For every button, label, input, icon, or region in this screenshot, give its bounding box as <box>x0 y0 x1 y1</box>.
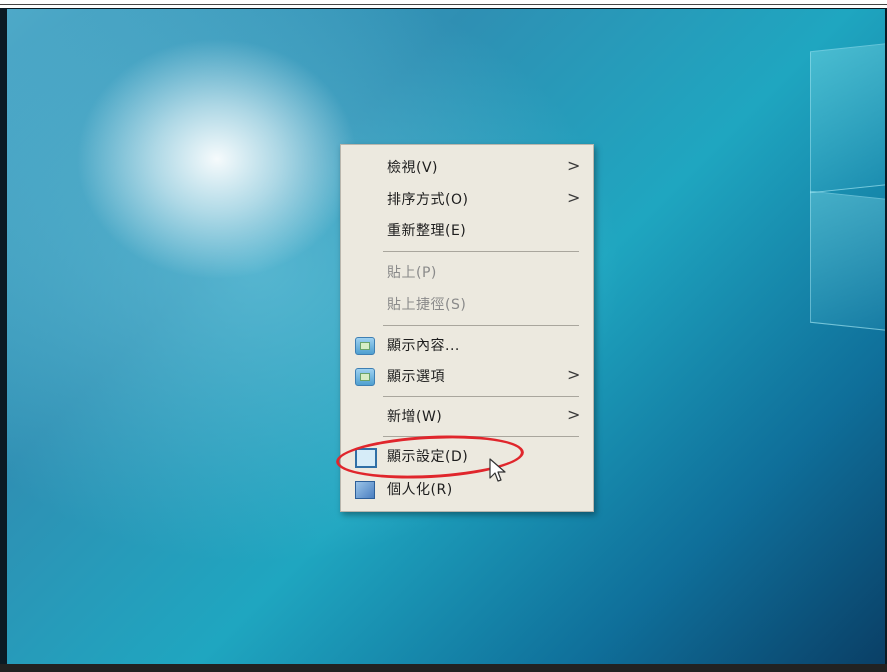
submenu-arrow-icon: > <box>567 156 581 175</box>
menu-item-refresh[interactable]: 重新整理(E) <box>341 216 593 244</box>
menu-item-new-label: 新增(W) <box>387 409 443 425</box>
menu-item-sort-by-label: 排序方式(O) <box>387 192 469 208</box>
menu-item-paste-label: 貼上(P) <box>387 265 437 281</box>
menu-item-display-options-label: 顯示選項 <box>387 369 445 385</box>
menu-separator <box>383 325 579 326</box>
menu-item-sort-by[interactable]: 排序方式(O) > <box>341 185 593 213</box>
windows-logo-pane-bottom <box>810 190 885 332</box>
menu-item-display-properties[interactable]: 顯示內容... <box>341 331 593 359</box>
personalize-icon <box>355 481 375 499</box>
menu-item-new[interactable]: 新增(W) > <box>341 402 593 430</box>
submenu-arrow-icon: > <box>567 188 581 207</box>
menu-item-paste-shortcut-label: 貼上捷徑(S) <box>387 297 467 313</box>
menu-item-paste[interactable]: 貼上(P) <box>341 258 593 286</box>
submenu-arrow-icon: > <box>567 365 581 384</box>
menu-item-refresh-label: 重新整理(E) <box>387 223 467 239</box>
menu-item-view-label: 檢視(V) <box>387 160 439 176</box>
photo-top-border <box>0 0 887 8</box>
submenu-arrow-icon: > <box>567 405 581 424</box>
menu-item-view[interactable]: 檢視(V) > <box>341 153 593 181</box>
mouse-pointer-icon <box>489 458 506 482</box>
menu-item-personalize-label: 個人化(R) <box>387 482 453 498</box>
display-options-icon <box>355 368 375 386</box>
menu-item-personalize[interactable]: 個人化(R) <box>341 475 593 503</box>
photo-bottom-border <box>0 664 887 672</box>
display-properties-icon <box>355 337 375 355</box>
menu-item-display-options[interactable]: 顯示選項 > <box>341 362 593 390</box>
menu-item-paste-shortcut[interactable]: 貼上捷徑(S) <box>341 290 593 318</box>
menu-separator <box>383 251 579 252</box>
windows-logo-pane-top <box>810 42 885 194</box>
menu-separator <box>383 396 579 397</box>
menu-item-display-properties-label: 顯示內容... <box>387 338 460 354</box>
